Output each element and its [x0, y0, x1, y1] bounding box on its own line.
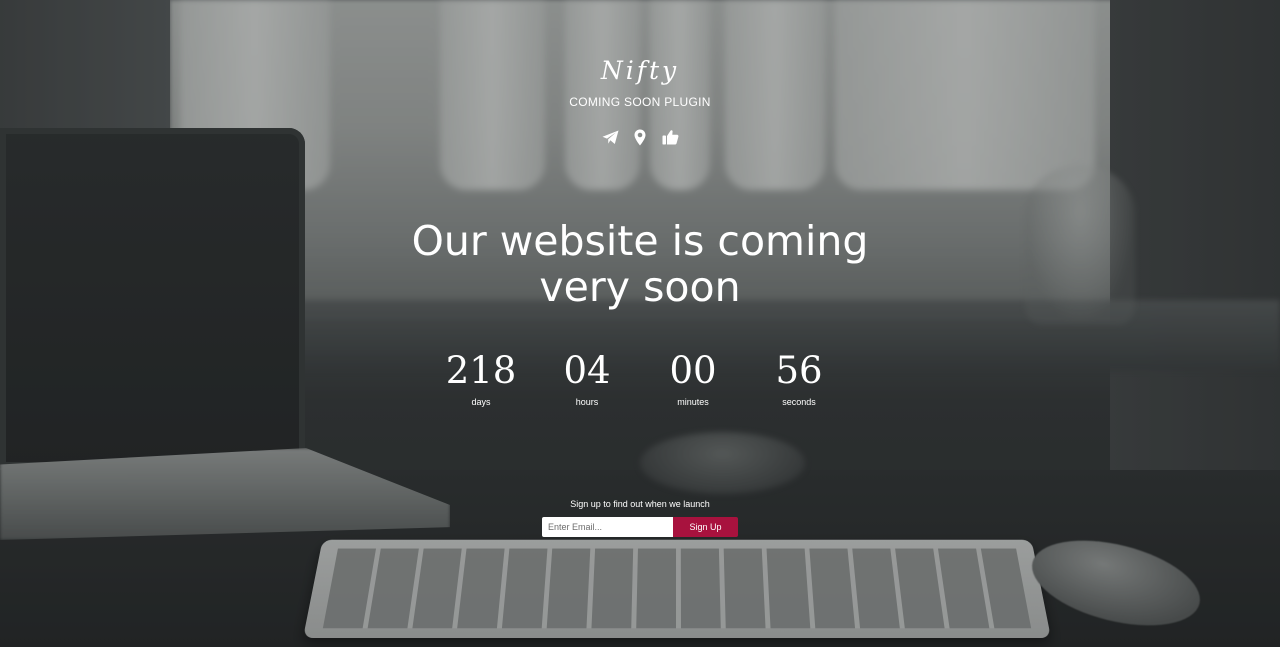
countdown-seconds: 56 seconds	[746, 350, 852, 409]
countdown-hours-value: 04	[563, 349, 611, 392]
headline-line-2: very soon	[539, 263, 741, 311]
signup-prompt: Sign up to find out when we launch	[570, 499, 710, 509]
email-field[interactable]	[542, 517, 673, 537]
brand-tagline: COMING SOON PLUGIN	[569, 95, 711, 109]
headline-line-1: Our website is coming	[411, 217, 869, 265]
countdown-days: 218 days	[428, 350, 534, 409]
main-content: Nifty COMING SOON PLUGIN Our website is …	[0, 0, 1280, 647]
social-links	[0, 127, 1280, 147]
countdown-minutes: 00 minutes	[640, 350, 746, 409]
countdown-hours: 04 hours	[534, 350, 640, 409]
countdown-days-label: days	[471, 397, 491, 407]
signup-button[interactable]: Sign Up	[673, 517, 738, 537]
countdown-timer: 218 days 04 hours 00 minutes 56 seconds	[0, 350, 1280, 409]
countdown-minutes-label: minutes	[677, 397, 709, 407]
countdown-days-value: 218	[445, 349, 517, 392]
countdown-seconds-label: seconds	[782, 397, 816, 407]
thumbs-up-icon[interactable]	[661, 127, 679, 147]
brand-logo: Nifty	[600, 56, 680, 85]
page-headline: Our website is coming very soon	[0, 218, 1280, 310]
countdown-minutes-value: 00	[669, 349, 717, 392]
paper-plane-icon[interactable]	[601, 127, 619, 147]
signup-form: Sign Up	[542, 517, 738, 537]
coming-soon-page: Nifty COMING SOON PLUGIN Our website is …	[0, 0, 1280, 647]
map-marker-icon[interactable]	[631, 127, 649, 147]
countdown-seconds-value: 56	[775, 349, 823, 392]
countdown-hours-label: hours	[575, 397, 599, 407]
